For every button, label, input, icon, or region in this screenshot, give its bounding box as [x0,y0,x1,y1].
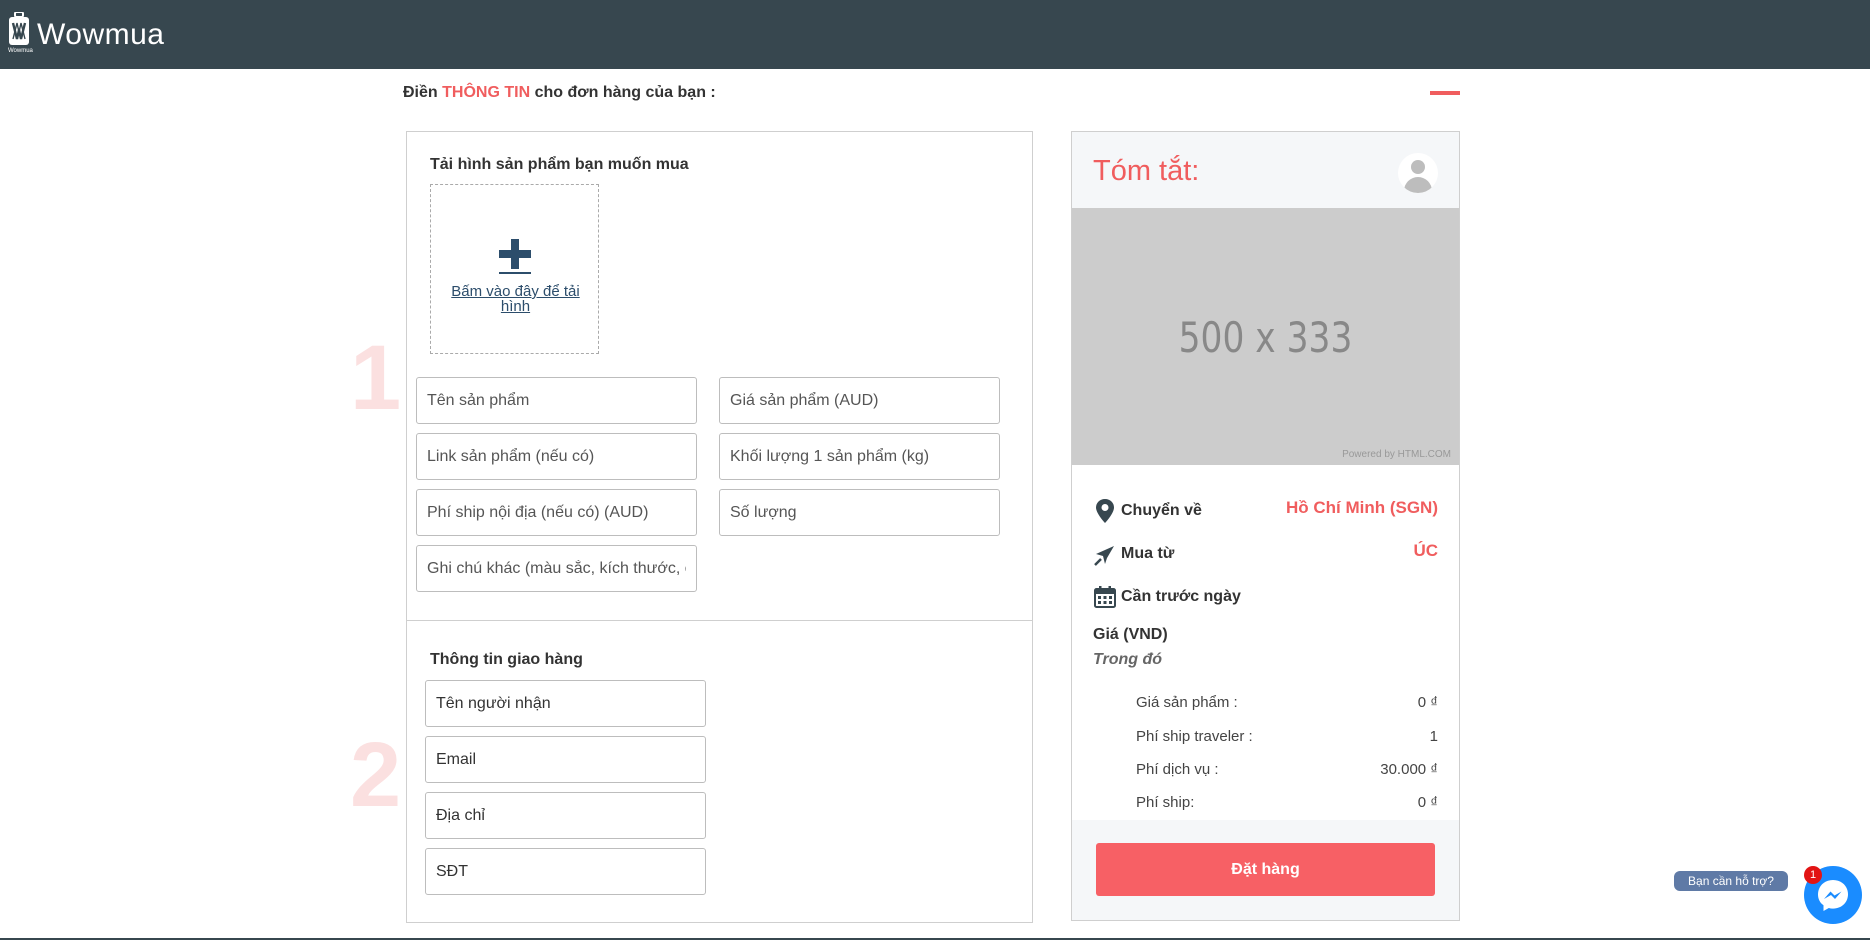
need-before-label: Cần trước ngày [1121,588,1241,605]
summary-title: Tóm tắt: [1093,155,1200,187]
page-heading: Điền THÔNG TIN cho đơn hàng của bạn : [403,84,716,102]
upload-link[interactable]: Bấm vào đây để tải hình [441,284,590,314]
product-section-title: Tải hình sản phẩm bạn muốn mua [430,156,689,173]
step-number-2: 2 [350,724,402,826]
line-value-traveler-ship: 1 [1429,728,1438,745]
heading-prefix: Điền [403,84,438,101]
line-label-service-fee: Phí dịch vụ : [1136,761,1219,778]
logo-caption: Wowmua [8,48,33,54]
support-tooltip[interactable]: Bạn cần hỗ trợ? [1674,871,1788,891]
price-title: Giá (VND) [1093,626,1168,643]
product-name-input[interactable] [416,377,697,424]
notes-input[interactable] [416,545,697,592]
recipient-name-input[interactable] [425,680,706,727]
brand-logo[interactable]: Wowmua Wowmua [8,11,165,54]
phone-input[interactable] [425,848,706,895]
heading-suffix: cho đơn hàng của bạn : [534,84,716,101]
ship-to-value: Hồ Chí Minh (SGN) [1285,498,1438,517]
product-price-input[interactable] [719,377,1000,424]
heading-accent: THÔNG TIN [442,84,531,101]
line-value-product-price: 0 ₫ [1417,694,1438,711]
calendar-icon [1094,586,1116,610]
messenger-chat-button[interactable]: 1 [1804,866,1862,924]
product-weight-input[interactable] [719,433,1000,480]
avatar-icon [1398,153,1438,193]
preview-credit: Powered by HTML.COM [1342,449,1451,460]
product-link-input[interactable] [416,433,697,480]
notification-badge: 1 [1804,866,1822,884]
collapse-toggle[interactable] [1430,91,1460,95]
buy-from-value: ÚC [1413,541,1438,560]
line-value-ship-fee: 0 ₫ [1417,794,1438,811]
price-subtitle: Trong đó [1093,651,1163,668]
line-label-ship-fee: Phí ship: [1136,794,1195,811]
plane-icon [1093,543,1115,567]
buy-from-label: Mua từ [1121,545,1175,562]
delivery-section-title: Thông tin giao hàng [430,651,583,668]
image-upload-area[interactable]: Bấm vào đây để tải hình [430,184,599,354]
plus-icon [499,239,531,274]
domestic-ship-input[interactable] [416,489,697,536]
preview-size-text: 500 x 333 [1178,313,1353,362]
product-preview-image: 500 x 333 Powered by HTML.COM [1072,208,1459,465]
top-navbar: Wowmua Wowmua [0,0,1870,69]
quantity-input[interactable] [719,489,1000,536]
place-order-button[interactable]: Đặt hàng [1096,843,1435,896]
map-pin-icon [1095,499,1117,523]
section-divider [406,620,1033,621]
email-input[interactable] [425,736,706,783]
step-number-1: 1 [350,327,402,429]
ship-to-label: Chuyển về [1121,502,1202,519]
line-label-traveler-ship: Phí ship traveler : [1136,728,1253,745]
line-label-product-price: Giá sản phẩm : [1136,694,1238,711]
line-value-service-fee: 30.000 ₫ [1380,761,1438,778]
address-input[interactable] [425,792,706,839]
brand-name: Wowmua [37,18,165,51]
